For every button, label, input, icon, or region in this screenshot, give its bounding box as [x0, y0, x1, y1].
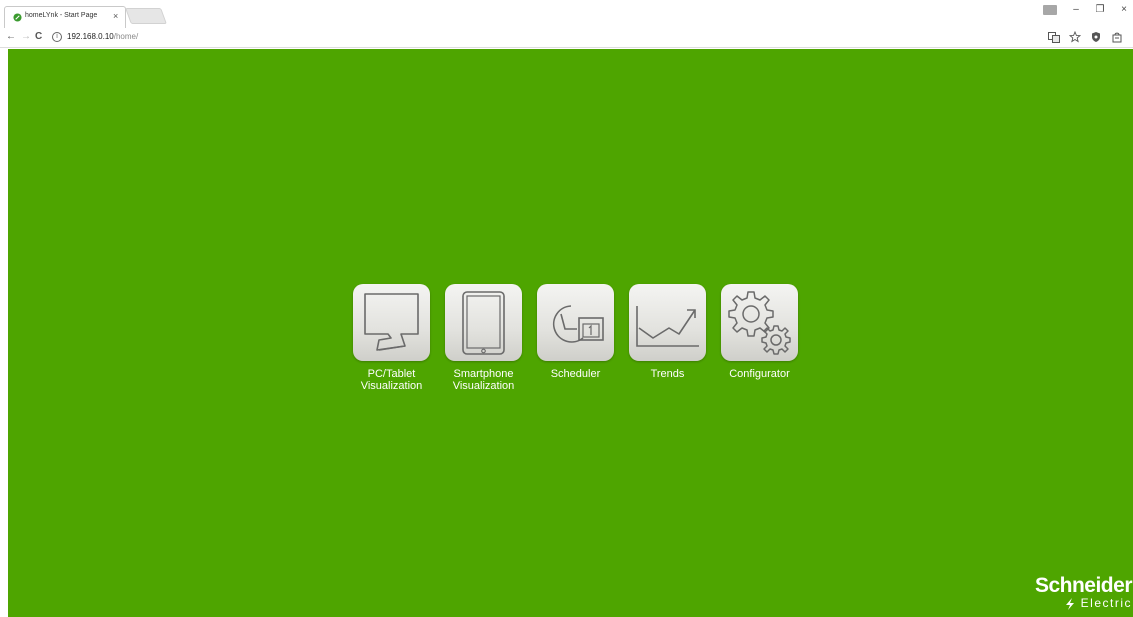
translate-icon[interactable] [1048, 31, 1060, 43]
leaf-favicon-icon [13, 13, 22, 22]
app-label: PC/Tablet Visualization [360, 368, 423, 392]
browser-tab-active[interactable]: homeLYnk - Start Page × [4, 6, 126, 28]
close-window-button[interactable]: × [1119, 4, 1129, 16]
app-tile[interactable] [537, 284, 614, 361]
logo-name-top: Schneider [1034, 574, 1133, 597]
profile-icon[interactable] [1043, 5, 1057, 15]
url-path: /home/ [113, 32, 139, 41]
app-label: Smartphone Visualization [452, 368, 515, 392]
scheduler-icon [552, 305, 604, 343]
browser-toolbar: ← → C i 192.168.0.10/home/ [0, 28, 1133, 48]
monitor-icon [364, 293, 419, 351]
tablet-icon [462, 291, 505, 355]
url-host: 192.168.0.10 [67, 32, 114, 41]
browser-titlebar: homeLYnk - Start Page × – ❐ × [0, 0, 1133, 28]
site-info-icon[interactable]: i [52, 32, 62, 42]
address-bar[interactable]: 192.168.0.10/home/ [67, 32, 138, 41]
app-scheduler[interactable]: Scheduler [536, 284, 615, 392]
app-pc-tablet-visualization[interactable]: PC/Tablet Visualization [352, 284, 431, 392]
app-configurator[interactable]: Configurator [720, 284, 799, 392]
app-label: Scheduler [550, 368, 601, 380]
extension-icon[interactable] [1111, 31, 1123, 43]
app-tile[interactable] [445, 284, 522, 361]
forward-button[interactable]: → [21, 31, 31, 43]
toolbar-actions [1048, 31, 1123, 43]
minimize-button[interactable]: – [1071, 4, 1081, 16]
app-tile[interactable] [721, 284, 798, 361]
schneider-electric-logo: Schneider Electric [1034, 574, 1133, 615]
star-icon[interactable] [1069, 31, 1081, 43]
tab-close-icon[interactable]: × [113, 11, 118, 21]
reload-button[interactable]: C [35, 31, 42, 43]
tab-title: homeLYnk - Start Page [25, 12, 98, 19]
app-smartphone-visualization[interactable]: Smartphone Visualization [444, 284, 523, 392]
logo-name-bottom: Electric [1080, 596, 1132, 610]
new-tab-button[interactable] [125, 8, 167, 24]
maximize-button[interactable]: ❐ [1095, 4, 1105, 16]
app-label: Trends [650, 368, 685, 380]
window-controls: – ❐ × [1043, 4, 1129, 16]
app-tile[interactable] [629, 284, 706, 361]
gears-icon [728, 291, 791, 355]
back-button[interactable]: ← [6, 31, 16, 43]
schneider-mark-icon [1066, 598, 1074, 610]
trend-chart-icon [636, 306, 699, 347]
homelynk-start-page: PC/Tablet Visualization Smartphone Visua… [8, 49, 1133, 617]
app-label: Configurator [729, 368, 790, 380]
app-trends[interactable]: Trends [628, 284, 707, 392]
app-tile[interactable] [353, 284, 430, 361]
app-launcher: PC/Tablet Visualization Smartphone Visua… [352, 284, 799, 392]
shield-icon[interactable] [1090, 31, 1102, 43]
